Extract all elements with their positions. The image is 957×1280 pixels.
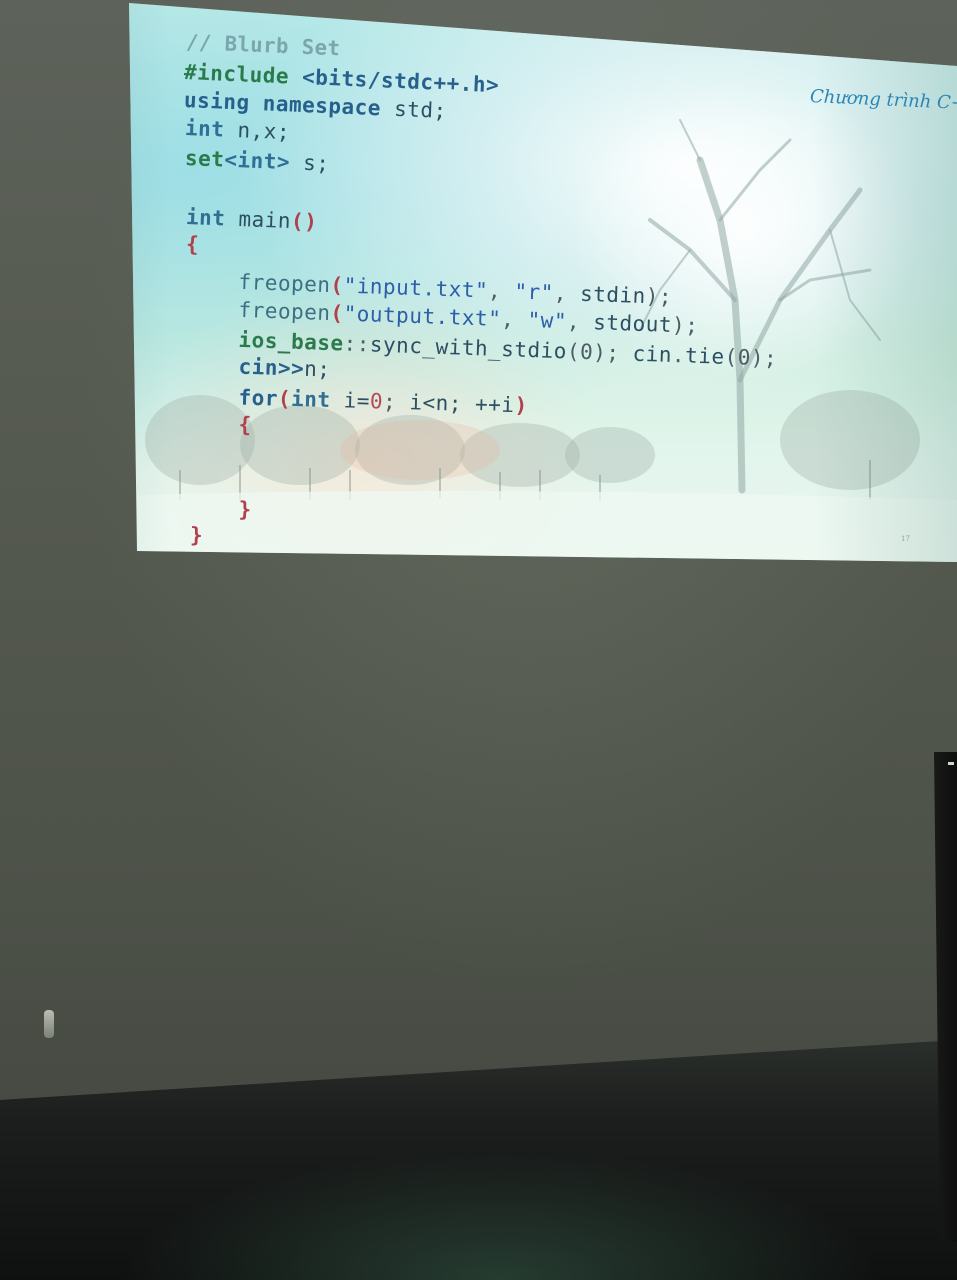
floor-glare [120, 1150, 880, 1280]
code-line: { [185, 411, 253, 437]
code-token: "r" [513, 279, 555, 305]
code-token: i= [343, 388, 371, 414]
code-line: } [190, 523, 204, 547]
code-token: >> [277, 355, 305, 381]
code-token: ); [645, 284, 673, 309]
code-token: , [500, 307, 528, 332]
code-token: for [185, 384, 279, 411]
code-token: } [185, 496, 252, 522]
code-token: freopen [185, 296, 331, 326]
code-token: ( [330, 301, 345, 326]
code-token: freopen [185, 268, 331, 298]
code-token: int [184, 116, 239, 143]
code-token: s; [289, 150, 330, 176]
code-token: stdout [592, 310, 673, 337]
wall-hook [44, 1010, 54, 1038]
side-object-indicator [948, 762, 954, 765]
code-token: ++i [474, 392, 515, 418]
code-token: std; [393, 96, 448, 123]
code-token: "w" [527, 307, 568, 334]
code-token: <int> [223, 147, 291, 175]
code-line: { [186, 232, 200, 256]
code-token: stdin [579, 281, 647, 309]
code-token: n,x; [237, 118, 291, 145]
code-token: } [189, 523, 204, 548]
code-token: cin [632, 341, 673, 367]
code-token: , [487, 278, 515, 304]
code-token: (0); [566, 339, 634, 366]
code-token: n; [303, 356, 331, 382]
code-token: , [566, 309, 594, 335]
code-token: 0 [369, 389, 384, 414]
slide-page-number: 17 [901, 535, 910, 543]
code-token: int [185, 205, 240, 232]
code-token: { [185, 232, 200, 257]
code-token: ) [514, 393, 529, 418]
code-token: cin [185, 353, 279, 380]
code-line: } [186, 496, 252, 521]
code-token: tie [684, 343, 726, 369]
code-token: set [184, 146, 225, 172]
code-token: ; [382, 389, 410, 415]
code-token: using [183, 88, 264, 116]
code-token: ); [671, 312, 699, 338]
code-line: int main() [186, 205, 318, 234]
code-token: ( [277, 386, 292, 411]
code-line: int n,x; [185, 116, 291, 144]
code-token: int [290, 386, 345, 413]
code-token: { [185, 411, 253, 437]
code-token: () [290, 209, 318, 235]
code-token: main [238, 207, 292, 234]
code-token: (0); [724, 344, 778, 371]
code-token: ( [330, 273, 345, 298]
code-token: i<n; [409, 390, 476, 417]
code-token: "input.txt" [343, 273, 489, 303]
code-token: :: [343, 331, 371, 357]
code-line: cin>>n; [186, 353, 331, 382]
code-token: , [553, 280, 581, 306]
code-token: #include [183, 60, 303, 89]
